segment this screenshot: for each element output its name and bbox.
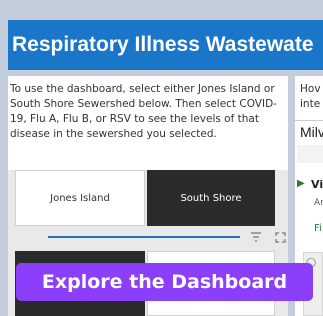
info-item-sub: Ar xyxy=(314,198,323,208)
expand-icon[interactable] xyxy=(271,229,289,245)
info-text: Hov inte xyxy=(300,82,323,112)
south-shore-button[interactable]: South Shore xyxy=(147,170,275,226)
intro-text: To use the dashboard, select either Jone… xyxy=(10,83,277,140)
info-item-link[interactable]: Fi xyxy=(314,223,322,234)
jones-island-button[interactable]: Jones Island xyxy=(15,170,145,226)
chevron-right-icon[interactable]: ▶ xyxy=(297,178,305,189)
filter-icon[interactable] xyxy=(247,229,265,245)
explore-dashboard-button[interactable]: Explore the Dashboard xyxy=(16,263,313,301)
info-item-label[interactable]: Vi xyxy=(311,178,323,191)
page-title: Respiratory Illness Wastewate xyxy=(8,20,323,70)
info-text-line: inte xyxy=(300,98,321,110)
info-heading: Milv xyxy=(300,124,323,140)
selection-divider xyxy=(48,236,240,238)
info-card xyxy=(297,145,323,163)
info-divider xyxy=(295,120,323,121)
info-text-line: Hov xyxy=(300,83,321,95)
